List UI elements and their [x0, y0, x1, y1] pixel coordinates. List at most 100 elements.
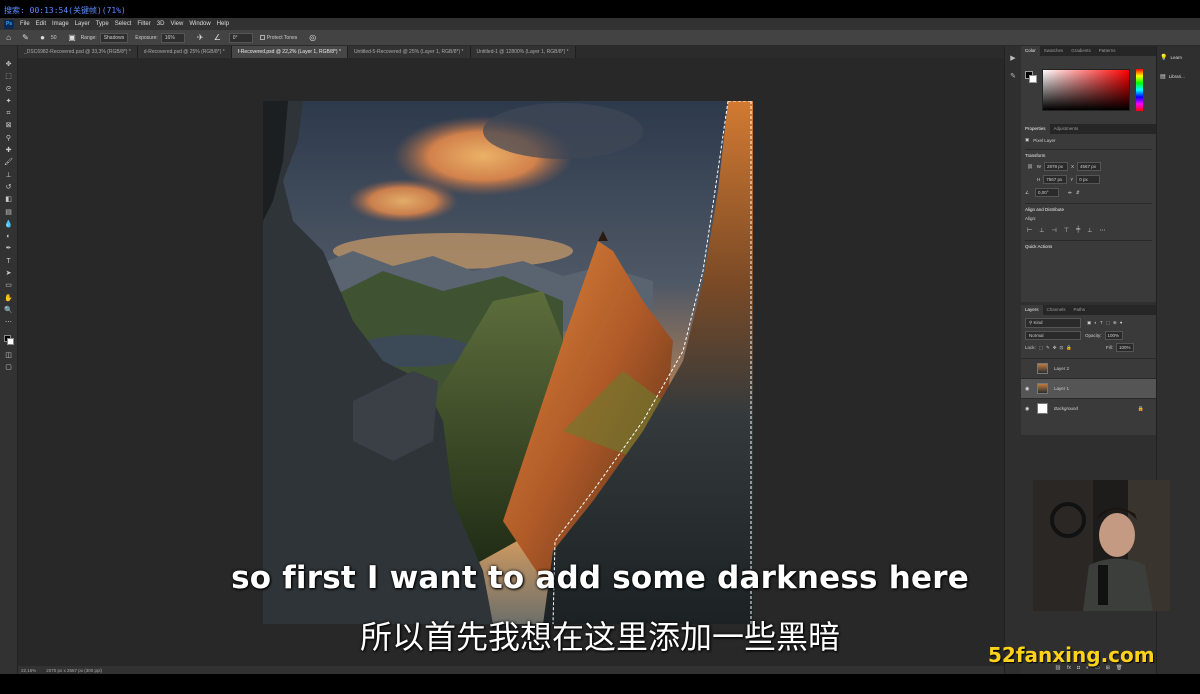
- menu-help[interactable]: Help: [214, 21, 232, 27]
- menu-3d[interactable]: 3D: [154, 21, 168, 27]
- zoom-tool-icon[interactable]: 🔍: [4, 306, 14, 316]
- lasso-tool-icon[interactable]: ᘓ: [4, 85, 14, 95]
- burn-tool-preset-icon[interactable]: ✎: [21, 33, 30, 42]
- lock-icon[interactable]: 🔒: [1138, 406, 1144, 412]
- menu-window[interactable]: Window: [186, 21, 213, 27]
- rectangle-tool-icon[interactable]: ▭: [4, 281, 14, 291]
- tab-patterns[interactable]: Patterns: [1095, 46, 1120, 56]
- tab-color[interactable]: Color: [1021, 46, 1040, 56]
- tab-channels[interactable]: Channels: [1043, 305, 1070, 315]
- layer-kind-filter[interactable]: ⚲ Kind: [1025, 318, 1081, 328]
- eraser-tool-icon[interactable]: ◧: [4, 195, 14, 205]
- range-select[interactable]: Shadows: [99, 32, 129, 43]
- filter-icons[interactable]: ▣◐T⬚⊕●: [1087, 320, 1125, 326]
- protect-tones-option[interactable]: Protect Tones: [259, 35, 297, 41]
- quick-mask-icon[interactable]: ◫: [4, 351, 14, 361]
- home-icon[interactable]: ⌂: [4, 33, 13, 42]
- pressure-size-icon[interactable]: ◎: [308, 33, 317, 42]
- hand-tool-icon[interactable]: ✋: [4, 294, 14, 304]
- brush-tool-icon[interactable]: 🖌: [4, 158, 14, 168]
- move-tool-icon[interactable]: ✥: [4, 60, 14, 70]
- photoshop-logo-icon[interactable]: Ps: [4, 19, 14, 29]
- document-info[interactable]: 2070 px x 2567 px (300 ppi): [46, 668, 102, 673]
- brush-size-picker[interactable]: ● 50: [34, 33, 56, 42]
- menu-type[interactable]: Type: [93, 21, 112, 27]
- height-input[interactable]: 7567 px: [1043, 175, 1068, 184]
- tab-adjustments[interactable]: Adjustments: [1050, 124, 1083, 134]
- color-swatches[interactable]: [3, 334, 14, 345]
- tab-document-5[interactable]: Untitled-1 @ 12800% (Layer 1, RGB/8*) *: [470, 46, 576, 58]
- link-icon[interactable]: ⛓: [1027, 164, 1033, 170]
- history-panel-icon[interactable]: ▶: [1008, 54, 1018, 64]
- learn-button[interactable]: 💡 Learn: [1157, 46, 1200, 65]
- layer-row-layer-2[interactable]: Layer 2: [1021, 358, 1156, 378]
- pen-tool-icon[interactable]: ✒: [4, 244, 14, 254]
- hue-slider[interactable]: [1136, 69, 1143, 111]
- angle-field[interactable]: 0,00°: [1035, 188, 1060, 197]
- tab-swatches[interactable]: Swatches: [1040, 46, 1068, 56]
- libraries-button[interactable]: ▤ Librari...: [1157, 65, 1200, 84]
- angle-input[interactable]: 0°: [228, 32, 253, 43]
- menu-image[interactable]: Image: [49, 21, 72, 27]
- tab-paths[interactable]: Paths: [1070, 305, 1090, 315]
- background-color-swatch[interactable]: [6, 337, 14, 345]
- dodge-tool-icon[interactable]: ◐: [4, 232, 14, 242]
- exposure-input[interactable]: 16%: [160, 32, 185, 43]
- brush-settings-icon[interactable]: ▣: [68, 33, 77, 42]
- airbrush-icon[interactable]: ✈: [196, 33, 205, 42]
- quick-actions-title[interactable]: Quick Actions: [1025, 240, 1152, 249]
- x-input[interactable]: 4567 px: [1076, 162, 1101, 171]
- eyedropper-tool-icon[interactable]: ⚲: [4, 134, 14, 144]
- tab-properties[interactable]: Properties: [1021, 124, 1050, 134]
- color-field[interactable]: [1042, 69, 1130, 111]
- crop-tool-icon[interactable]: ⌗: [4, 109, 14, 119]
- align-section-title[interactable]: Align and Distribute: [1025, 203, 1152, 212]
- tab-document-2[interactable]: d-Recovered.psd @ 25% (RGB/8*) *: [137, 46, 232, 58]
- more-align-icon[interactable]: ⋯: [1099, 227, 1105, 234]
- blend-mode-select[interactable]: Normal: [1025, 331, 1081, 340]
- more-tools-icon[interactable]: ⋯: [4, 318, 14, 328]
- eye-icon[interactable]: ◉: [1025, 386, 1033, 392]
- transform-section-title[interactable]: Transform: [1025, 149, 1152, 158]
- menu-edit[interactable]: Edit: [33, 21, 49, 27]
- align-left-icon[interactable]: ⊢: [1027, 227, 1032, 234]
- layer-row-layer-1[interactable]: ◉ Layer 1: [1021, 378, 1156, 398]
- opacity-input[interactable]: 100%: [1104, 331, 1123, 340]
- zoom-level[interactable]: 22,16%: [21, 668, 36, 673]
- width-input[interactable]: 2878 px: [1043, 162, 1068, 171]
- tab-document-3-active[interactable]: f-Recovered.psd @ 22,2% (Layer 1, RGB/8*…: [231, 46, 348, 58]
- history-brush-tool-icon[interactable]: ↺: [4, 183, 14, 193]
- healing-brush-tool-icon[interactable]: ✚: [4, 146, 14, 156]
- marquee-tool-icon[interactable]: ⬚: [4, 72, 14, 82]
- eye-icon[interactable]: ◉: [1025, 406, 1033, 412]
- frame-tool-icon[interactable]: ⊠: [4, 121, 14, 131]
- lock-icons[interactable]: ⬚✎✥⊡🔒: [1039, 345, 1075, 351]
- protect-tones-checkbox[interactable]: [259, 35, 265, 40]
- menu-layer[interactable]: Layer: [72, 21, 93, 27]
- panel-background-swatch[interactable]: [1029, 75, 1037, 83]
- menu-filter[interactable]: Filter: [134, 21, 153, 27]
- align-middle-icon[interactable]: ╪: [1076, 227, 1080, 234]
- blur-tool-icon[interactable]: 💧: [4, 220, 14, 230]
- flip-vertical-icon[interactable]: ⇵: [1076, 190, 1080, 196]
- y-input[interactable]: 0 px: [1076, 175, 1101, 184]
- menu-file[interactable]: File: [17, 21, 33, 27]
- menu-select[interactable]: Select: [112, 21, 135, 27]
- type-tool-icon[interactable]: T: [4, 257, 14, 267]
- document-canvas[interactable]: [263, 101, 753, 624]
- tab-layers[interactable]: Layers: [1021, 305, 1043, 315]
- clone-stamp-tool-icon[interactable]: ⊥: [4, 171, 14, 181]
- fill-input[interactable]: 100%: [1116, 343, 1134, 352]
- align-top-icon[interactable]: ⊤: [1064, 227, 1069, 234]
- menu-view[interactable]: View: [167, 21, 186, 27]
- flip-horizontal-icon[interactable]: ⇹: [1068, 190, 1072, 196]
- tab-document-4[interactable]: Untitled-5-Recovered @ 25% (Layer 1, RGB…: [347, 46, 471, 58]
- brushes-panel-icon[interactable]: ✎: [1008, 72, 1018, 82]
- align-right-icon[interactable]: ⊣: [1051, 227, 1056, 234]
- align-center-h-icon[interactable]: ⊥: [1039, 227, 1044, 234]
- gradient-tool-icon[interactable]: ▤: [4, 208, 14, 218]
- tab-gradients[interactable]: Gradients: [1067, 46, 1095, 56]
- quick-select-tool-icon[interactable]: ✦: [4, 97, 14, 107]
- path-select-tool-icon[interactable]: ➤: [4, 269, 14, 279]
- screen-mode-icon[interactable]: ▢: [4, 363, 14, 373]
